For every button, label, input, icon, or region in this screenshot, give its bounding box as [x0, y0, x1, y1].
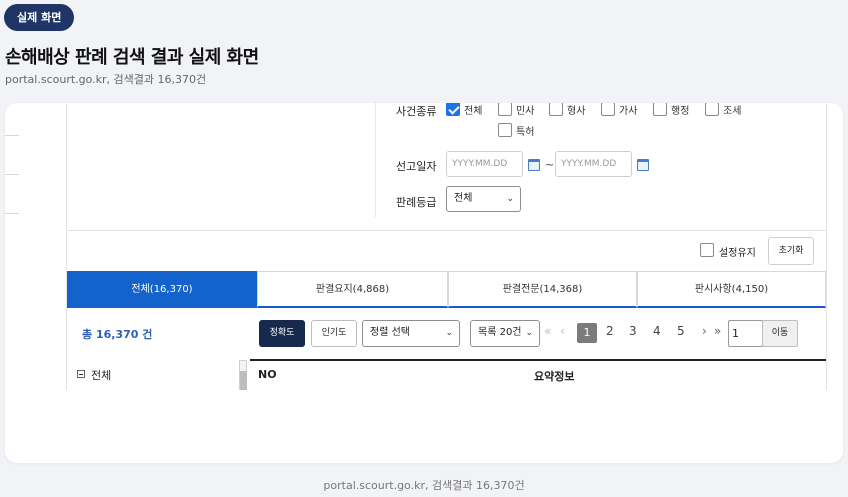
- grade-select[interactable]: 전체 ⌄: [446, 186, 521, 212]
- case-type-tax-checkbox[interactable]: [705, 103, 719, 116]
- grade-select-value: 전체: [454, 193, 473, 204]
- screenshot-viewport: 사건종류 전체 민사 형사 가사 행정 조세 특허 선고일자 YYYY.MM.D…: [5, 103, 843, 390]
- section-divider: [67, 230, 826, 231]
- tab-holdings[interactable]: 판시사항(4,150): [637, 271, 826, 308]
- rail-divider: [5, 174, 19, 175]
- screenshot-card: 사건종류 전체 민사 형사 가사 행정 조세 특허 선고일자 YYYY.MM.D…: [5, 103, 843, 463]
- page-title: 손해배상 판례 검색 결과 실제 화면: [5, 47, 259, 68]
- page-size-select-value: 목록 20건: [478, 327, 522, 338]
- page-5-button[interactable]: 5: [677, 324, 685, 338]
- form-divider: [375, 103, 376, 217]
- footer-caption: portal.scourt.go.kr, 검색결과 16,370건: [323, 479, 525, 492]
- case-type-patent-label: 특허: [516, 127, 535, 138]
- chevron-down-icon: ⌄: [525, 328, 533, 338]
- page-1-button[interactable]: 1: [577, 323, 597, 343]
- goto-page-button[interactable]: 이동: [762, 320, 798, 347]
- table-header-rule: [250, 359, 826, 361]
- sort-accuracy-button[interactable]: 정확도: [259, 320, 305, 347]
- column-summary-header: 요약정보: [534, 370, 575, 383]
- search-filter-form: 사건종류 전체 민사 형사 가사 행정 조세 특허 선고일자 YYYY.MM.D…: [67, 103, 826, 230]
- screen-badge: 실제 화면: [4, 4, 75, 31]
- case-type-tax-label: 조세: [723, 106, 742, 117]
- case-type-all-label: 전체: [464, 106, 483, 117]
- date-to-input[interactable]: YYYY.MM.DD: [555, 151, 632, 177]
- keep-settings-checkbox[interactable]: [700, 243, 714, 257]
- rail-divider: [5, 135, 19, 136]
- column-no-header: NO: [258, 368, 277, 381]
- collapse-icon[interactable]: [77, 370, 85, 378]
- sort-select[interactable]: 정렬 선택 ⌄: [362, 320, 460, 347]
- case-type-family-label: 가사: [619, 106, 638, 117]
- left-rail: [5, 103, 67, 390]
- case-type-criminal-checkbox[interactable]: [549, 103, 563, 116]
- date-label: 선고일자: [396, 160, 437, 173]
- first-page-icon[interactable]: «: [544, 324, 551, 338]
- next-page-icon[interactable]: ›: [702, 324, 707, 338]
- grade-label: 판례등급: [396, 196, 437, 209]
- goto-page-input[interactable]: 1: [728, 320, 763, 347]
- rail-divider: [5, 213, 19, 214]
- sort-popularity-button[interactable]: 인기도: [311, 320, 357, 347]
- case-type-admin-label: 행정: [671, 106, 690, 117]
- page-2-button[interactable]: 2: [606, 324, 614, 338]
- right-border: [826, 103, 827, 390]
- page-4-button[interactable]: 4: [653, 324, 661, 338]
- page-size-select[interactable]: 목록 20건 ⌄: [470, 320, 540, 347]
- date-from-input[interactable]: YYYY.MM.DD: [446, 151, 523, 177]
- tree-scroll-thumb[interactable]: [240, 371, 247, 390]
- sort-select-value: 정렬 선택: [370, 327, 410, 338]
- prev-page-icon[interactable]: ‹: [560, 324, 565, 338]
- case-type-civil-checkbox[interactable]: [498, 103, 512, 116]
- page-3-button[interactable]: 3: [629, 324, 637, 338]
- case-type-all-checkbox[interactable]: [446, 103, 460, 116]
- chevron-down-icon: ⌄: [445, 328, 453, 338]
- keep-settings-label: 설정유지: [719, 248, 756, 259]
- tab-judgment-summary[interactable]: 판결요지(4,868): [257, 271, 448, 308]
- calendar-icon[interactable]: [528, 159, 540, 171]
- case-type-admin-checkbox[interactable]: [653, 103, 667, 116]
- case-type-family-checkbox[interactable]: [601, 103, 615, 116]
- case-type-label: 사건종류: [396, 105, 437, 118]
- reset-button[interactable]: 초기화: [768, 237, 814, 265]
- last-page-icon[interactable]: »: [714, 324, 721, 338]
- tree-root-label[interactable]: 전체: [91, 367, 111, 383]
- date-separator: ~: [545, 158, 555, 171]
- case-type-patent-checkbox[interactable]: [498, 123, 512, 137]
- result-tabs: 전체(16,370) 판결요지(4,868) 판결전문(14,368) 판시사항…: [67, 271, 826, 308]
- total-count: 총 16,370 건: [82, 328, 153, 341]
- case-type-criminal-label: 형사: [567, 106, 586, 117]
- calendar-icon[interactable]: [637, 159, 649, 171]
- tab-full-judgment[interactable]: 판결전문(14,368): [448, 271, 637, 308]
- tab-all[interactable]: 전체(16,370): [67, 271, 257, 308]
- page-subtitle: portal.scourt.go.kr, 검색결과 16,370건: [5, 73, 207, 86]
- case-type-civil-label: 민사: [516, 106, 535, 117]
- chevron-down-icon: ⌄: [506, 194, 514, 204]
